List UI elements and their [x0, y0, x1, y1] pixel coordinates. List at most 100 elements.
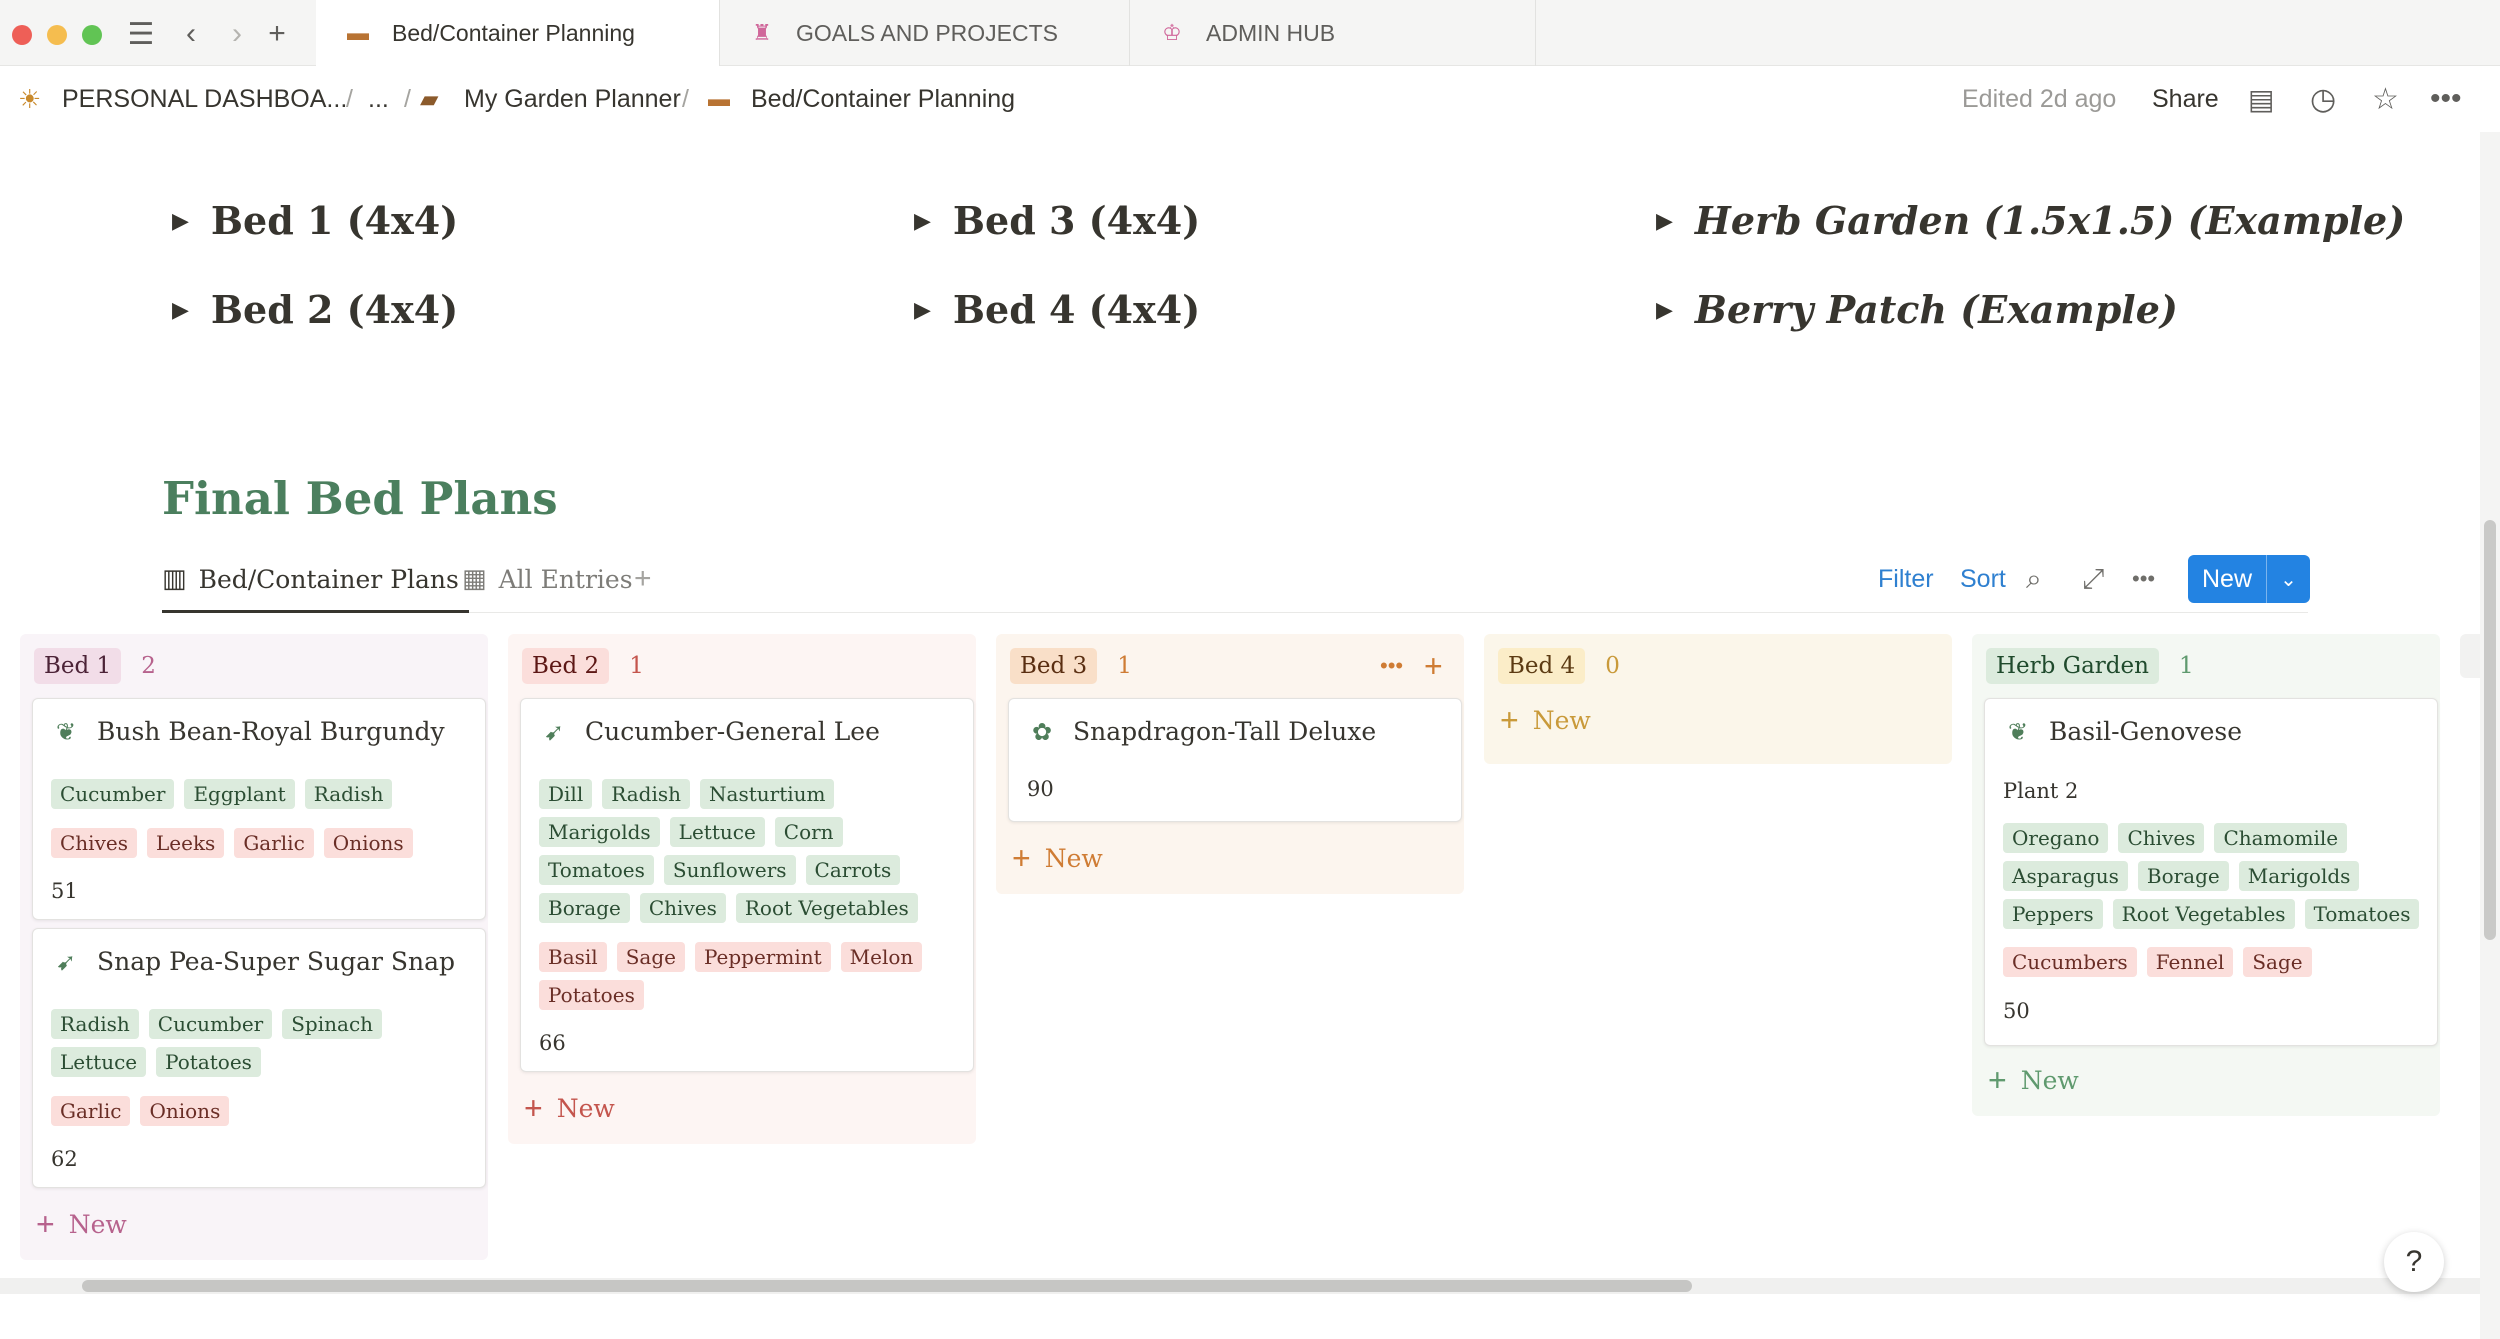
- tab-label: GOALS AND PROJECTS: [796, 19, 1059, 46]
- new-button-label[interactable]: New: [2188, 555, 2267, 603]
- tag: Marigolds: [2238, 861, 2360, 891]
- tab-table-view[interactable]: ▦ All Entries: [462, 548, 633, 610]
- board-column-bed-1: Bed 1 2 ❦ Bush Bean-Royal Burgundy Cucum…: [20, 634, 488, 1260]
- database-view-bar: ▥ Bed/Container Plans ▦ All Entries + Fi…: [162, 548, 2308, 613]
- tag: Potatoes: [539, 980, 644, 1010]
- breadcrumb-current[interactable]: Bed/Container Planning: [751, 66, 1015, 132]
- toggle-berry-patch[interactable]: ▶ Berry Patch (Example): [1656, 287, 2178, 332]
- garden-planner-icon: ▰: [420, 85, 439, 113]
- back-arrow-icon[interactable]: ‹: [176, 14, 206, 54]
- toggle-bed-3[interactable]: ▶ Bed 3 (4x4): [914, 198, 1200, 243]
- tag: Peppermint: [694, 942, 831, 972]
- plus-icon: +: [1012, 840, 1031, 876]
- tag: Radish: [304, 779, 393, 809]
- sun-icon: ☀: [18, 83, 42, 114]
- filter-button[interactable]: Filter: [1878, 548, 1934, 610]
- avoid-tags: Garlic Onions: [51, 1096, 230, 1134]
- tab-goals-and-projects[interactable]: ♜ GOALS AND PROJECTS: [720, 0, 1130, 66]
- toggle-triangle-icon[interactable]: ▶: [1656, 297, 1673, 323]
- page-section-title: Final Bed Plans: [162, 472, 558, 525]
- add-card-button[interactable]: + New: [36, 1206, 127, 1243]
- tab-bed-container-planning[interactable]: ▬ Bed/Container Planning: [316, 0, 720, 66]
- tag: Radish: [51, 1009, 139, 1039]
- toggle-triangle-icon[interactable]: ▶: [914, 208, 931, 234]
- sort-button[interactable]: Sort: [1960, 548, 2006, 610]
- view-options-icon[interactable]: •••: [2132, 548, 2155, 610]
- plus-icon: +: [36, 1206, 55, 1242]
- tag: Marigolds: [539, 817, 660, 847]
- tag: Radish: [602, 779, 691, 809]
- flower-icon: ✿: [1031, 717, 1053, 746]
- column-name[interactable]: Herb Garden: [1986, 648, 2159, 684]
- toggle-triangle-icon[interactable]: ▶: [172, 208, 189, 234]
- favorite-star-icon[interactable]: ☆: [2372, 66, 2399, 132]
- card-title: ➹ Cucumber-General Lee: [539, 717, 880, 746]
- add-card-button[interactable]: + New: [1988, 1062, 2079, 1099]
- plant-number: Plant 2: [2003, 779, 2079, 803]
- board-card[interactable]: ➹ Snap Pea-Super Sugar Snap Radish Cucum…: [32, 928, 486, 1188]
- tab-board-view[interactable]: ▥ Bed/Container Plans: [162, 548, 469, 613]
- column-add-plus-icon[interactable]: +: [1424, 644, 1443, 688]
- forward-arrow-icon[interactable]: ›: [222, 14, 252, 54]
- expand-icon[interactable]: ⤢: [2082, 548, 2104, 610]
- card-title: ➹ Snap Pea-Super Sugar Snap: [51, 947, 455, 976]
- top-bar: ☀ PERSONAL DASHBOA... / ... / ▰ My Garde…: [0, 66, 2480, 132]
- avoid-tags: Basil Sage Peppermint Melon Potatoes: [539, 942, 949, 1018]
- column-header: Bed 1 2: [34, 644, 156, 688]
- column-name[interactable]: Bed 2: [522, 648, 610, 684]
- column-count: 1: [2178, 653, 2194, 679]
- horizontal-scrollbar[interactable]: [82, 1280, 1692, 1292]
- breadcrumb-ellipsis[interactable]: ...: [368, 66, 389, 132]
- tag: Chives: [51, 828, 137, 858]
- days-to-maturity: 50: [2003, 999, 2030, 1023]
- add-card-button[interactable]: + New: [1500, 702, 1591, 739]
- tag: Eggplant: [184, 779, 295, 809]
- column-name[interactable]: Bed 3: [1010, 648, 1098, 684]
- add-card-button[interactable]: + New: [1012, 840, 1103, 877]
- close-window-button[interactable]: [12, 25, 32, 45]
- vertical-scrollbar[interactable]: [2484, 520, 2496, 940]
- tag: Chamomile: [2214, 823, 2348, 853]
- new-tab-plus-icon[interactable]: +: [262, 14, 292, 54]
- board-view-icon: ▥: [162, 564, 187, 594]
- board-column-partial: [2460, 634, 2480, 678]
- toggle-triangle-icon[interactable]: ▶: [172, 297, 189, 323]
- column-name[interactable]: Bed 1: [34, 648, 122, 684]
- clipped-heading-fragment: [300, 132, 350, 140]
- breadcrumb-root[interactable]: PERSONAL DASHBOA...: [62, 66, 347, 132]
- board-card[interactable]: ❦ Basil-Genovese Plant 2 Oregano Chives …: [1984, 698, 2438, 1046]
- toggle-bed-4[interactable]: ▶ Bed 4 (4x4): [914, 287, 1200, 332]
- search-icon[interactable]: ⌕: [2026, 548, 2042, 610]
- comments-icon[interactable]: ▤: [2248, 66, 2274, 132]
- days-to-maturity: 90: [1027, 777, 1054, 801]
- toggle-herb-garden[interactable]: ▶ Herb Garden (1.5x1.5) (Example): [1656, 198, 2405, 243]
- history-clock-icon[interactable]: ◷: [2310, 66, 2336, 132]
- new-entry-button[interactable]: New ⌄: [2188, 555, 2310, 603]
- share-button[interactable]: Share: [2152, 66, 2219, 132]
- add-view-plus-icon[interactable]: +: [634, 548, 652, 610]
- toggle-bed-1[interactable]: ▶ Bed 1 (4x4): [172, 198, 458, 243]
- tab-admin-hub[interactable]: ♔ ADMIN HUB: [1130, 0, 1536, 66]
- column-name[interactable]: Bed 4: [1498, 648, 1586, 684]
- toggle-triangle-icon[interactable]: ▶: [914, 297, 931, 323]
- sidebar-menu-icon[interactable]: ☰: [124, 14, 158, 54]
- breadcrumb-my-garden-planner[interactable]: My Garden Planner: [464, 66, 681, 132]
- column-more-icon[interactable]: •••: [1380, 644, 1403, 688]
- toggle-bed-2[interactable]: ▶ Bed 2 (4x4): [172, 287, 458, 332]
- maximize-window-button[interactable]: [82, 25, 102, 45]
- board-card[interactable]: ❦ Bush Bean-Royal Burgundy Cucumber Eggp…: [32, 698, 486, 920]
- board-card[interactable]: ✿ Snapdragon-Tall Deluxe 90: [1008, 698, 1462, 822]
- tag: Garlic: [51, 1096, 131, 1126]
- minimize-window-button[interactable]: [47, 25, 67, 45]
- board-card[interactable]: ➹ Cucumber-General Lee Dill Radish Nastu…: [520, 698, 974, 1072]
- toggle-triangle-icon[interactable]: ▶: [1656, 208, 1673, 234]
- tag: Lettuce: [51, 1047, 147, 1077]
- days-to-maturity: 62: [51, 1147, 78, 1171]
- help-button[interactable]: ?: [2384, 1232, 2444, 1292]
- chevron-down-icon[interactable]: ⌄: [2267, 555, 2310, 603]
- more-options-icon[interactable]: •••: [2430, 66, 2462, 132]
- add-card-button[interactable]: + New: [524, 1090, 615, 1127]
- leaf-icon: ❦: [2007, 717, 2029, 746]
- tag: Peppers: [2003, 899, 2103, 929]
- days-to-maturity: 51: [51, 879, 78, 903]
